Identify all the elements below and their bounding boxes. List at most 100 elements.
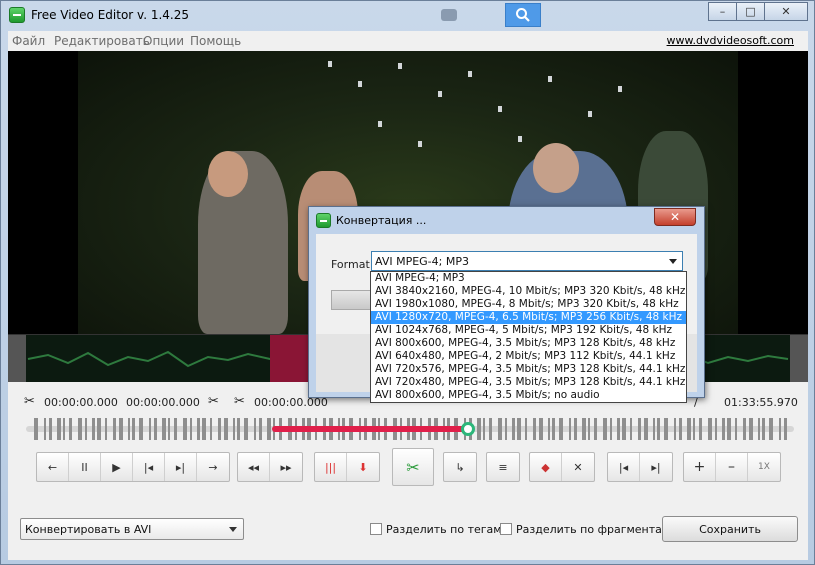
selection-range[interactable] bbox=[271, 426, 468, 432]
format-option[interactable]: AVI 800x600, MPEG-4, 3.5 Mbit/s; MP3 128… bbox=[371, 337, 686, 350]
cut-end-icon[interactable]: ✂ bbox=[208, 394, 219, 409]
format-combobox[interactable]: AVI MPEG-4; MP3 bbox=[371, 251, 683, 271]
confetti bbox=[398, 63, 402, 69]
seek-tick bbox=[762, 418, 765, 440]
confetti bbox=[328, 61, 332, 67]
add-marker-button[interactable]: ||| bbox=[315, 453, 347, 481]
search-button[interactable] bbox=[505, 3, 541, 27]
format-option[interactable]: AVI 1980x1080, MPEG-4, 8 Mbit/s; MP3 320… bbox=[371, 298, 686, 311]
seek-tick bbox=[128, 418, 130, 440]
delete-fragment-button[interactable]: ✕ bbox=[562, 453, 594, 481]
settings-control: ≡ bbox=[486, 452, 520, 482]
prev-frame-button[interactable]: |◂ bbox=[133, 453, 165, 481]
menu-file[interactable]: Файл bbox=[12, 34, 45, 48]
cut-button[interactable]: ✂ bbox=[393, 449, 433, 485]
format-option[interactable]: AVI 1280x720, MPEG-4, 6.5 Mbit/s; MP3 25… bbox=[371, 311, 686, 324]
pause-button[interactable]: II bbox=[69, 453, 101, 481]
next-frame-button[interactable]: ▸| bbox=[165, 453, 197, 481]
seek-tick bbox=[727, 418, 731, 440]
seek-tick bbox=[259, 418, 262, 440]
format-option[interactable]: AVI 720x480, MPEG-4, 3.5 Mbit/s; MP3 128… bbox=[371, 376, 686, 389]
prev-marker-button[interactable]: ◂◂ bbox=[238, 453, 270, 481]
marker-down-button[interactable]: ⬇ bbox=[347, 453, 379, 481]
seek-tick bbox=[622, 418, 626, 440]
seek-tick bbox=[569, 418, 571, 440]
zoom-out-button[interactable]: – bbox=[716, 453, 748, 481]
seek-tick bbox=[498, 418, 502, 440]
seek-tick bbox=[769, 418, 773, 440]
seek-tick bbox=[267, 418, 271, 440]
chevron-down-icon bbox=[669, 259, 677, 264]
add-fragment-button[interactable]: ◆ bbox=[530, 453, 562, 481]
seek-tick bbox=[162, 418, 166, 440]
cut-start-icon[interactable]: ✂ bbox=[24, 394, 35, 409]
seek-tick bbox=[233, 418, 235, 440]
rotate-control: ↳ bbox=[443, 452, 477, 482]
adjust-button[interactable]: ≡ bbox=[487, 453, 519, 481]
seek-tick bbox=[603, 418, 607, 440]
format-option[interactable]: AVI 640x480, MPEG-4, 2 Mbit/s; MP3 112 K… bbox=[371, 350, 686, 363]
dialog-close-button[interactable]: ✕ bbox=[654, 208, 696, 226]
confetti bbox=[438, 91, 442, 97]
maximize-button[interactable]: □ bbox=[736, 2, 764, 21]
website-link[interactable]: www.dvdvideosoft.com bbox=[667, 34, 794, 47]
convert-format-select[interactable]: Конвертировать в AVI bbox=[20, 518, 244, 540]
seek-tick bbox=[168, 418, 170, 440]
minimize-button[interactable]: – bbox=[708, 2, 736, 21]
menu-options[interactable]: Опции bbox=[143, 34, 184, 48]
convert-format-value: Конвертировать в AVI bbox=[25, 523, 152, 536]
seek-tick bbox=[119, 418, 123, 440]
seek-tick bbox=[197, 418, 200, 440]
format-option[interactable]: AVI 720x576, MPEG-4, 3.5 Mbit/s; MP3 128… bbox=[371, 363, 686, 376]
format-label: Format bbox=[331, 258, 370, 271]
save-button[interactable]: Сохранить bbox=[662, 516, 798, 542]
seek-handle[interactable] bbox=[460, 422, 475, 436]
dialog-action-button[interactable] bbox=[331, 290, 371, 310]
format-option[interactable]: AVI 3840x2160, MPEG-4, 10 Mbit/s; MP3 32… bbox=[371, 285, 686, 298]
fragment-nav-controls: |◂ ▸| bbox=[607, 452, 673, 482]
format-option[interactable]: AVI MPEG-4; MP3 bbox=[371, 272, 686, 285]
camera-icon bbox=[441, 9, 457, 21]
format-option[interactable]: AVI 1024x768, MPEG-4, 5 Mbit/s; MP3 192 … bbox=[371, 324, 686, 337]
next-marker-button[interactable]: ▸▸ bbox=[270, 453, 302, 481]
split-by-tags-checkbox[interactable] bbox=[370, 523, 382, 535]
app-logo-icon bbox=[9, 7, 25, 23]
seek-tick bbox=[552, 418, 555, 440]
cut-icon[interactable]: ✂ bbox=[234, 394, 245, 409]
seek-tick bbox=[34, 418, 38, 440]
split-by-fragments-label: Разделить по фрагментам bbox=[516, 523, 671, 536]
seek-tick bbox=[610, 418, 612, 440]
seek-tick bbox=[69, 418, 72, 440]
zoom-reset-button[interactable]: 1X bbox=[748, 453, 780, 481]
seek-tick bbox=[594, 418, 597, 440]
prev-fragment-button[interactable]: |◂ bbox=[608, 453, 640, 481]
seek-tick bbox=[149, 418, 151, 440]
confetti bbox=[518, 136, 522, 142]
zoom-controls: + – 1X bbox=[683, 452, 781, 482]
seek-tick bbox=[254, 418, 256, 440]
seek-tick bbox=[548, 418, 550, 440]
zoom-in-button[interactable]: + bbox=[684, 453, 716, 481]
cut-control: ✂ bbox=[392, 448, 434, 486]
seek-tick bbox=[722, 418, 725, 440]
menu-edit[interactable]: Редактировать bbox=[54, 34, 150, 48]
menu-help[interactable]: Помощь bbox=[190, 34, 241, 48]
play-button[interactable]: ▶ bbox=[101, 453, 133, 481]
editor-panel: ✂ 00:00:00.000 00:00:00.000 ✂ ✂ 00:00:00… bbox=[8, 382, 808, 560]
step-back-button[interactable]: ← bbox=[37, 453, 69, 481]
seek-tick bbox=[630, 418, 632, 440]
snapshot-button[interactable] bbox=[441, 7, 463, 23]
seek-tick bbox=[154, 418, 157, 440]
seek-tick bbox=[638, 418, 641, 440]
next-fragment-button[interactable]: ▸| bbox=[640, 453, 672, 481]
close-button[interactable]: ✕ bbox=[764, 2, 808, 21]
seek-tick bbox=[244, 418, 248, 440]
video-person-head bbox=[208, 151, 248, 197]
step-forward-button[interactable]: → bbox=[197, 453, 229, 481]
seek-tick bbox=[113, 418, 116, 440]
split-by-fragments-checkbox[interactable] bbox=[500, 523, 512, 535]
seek-tick bbox=[749, 418, 753, 440]
chevron-down-icon bbox=[229, 527, 237, 532]
format-option[interactable]: AVI 800x600, MPEG-4, 3.5 Mbit/s; no audi… bbox=[371, 389, 686, 402]
rotate-button[interactable]: ↳ bbox=[444, 453, 476, 481]
